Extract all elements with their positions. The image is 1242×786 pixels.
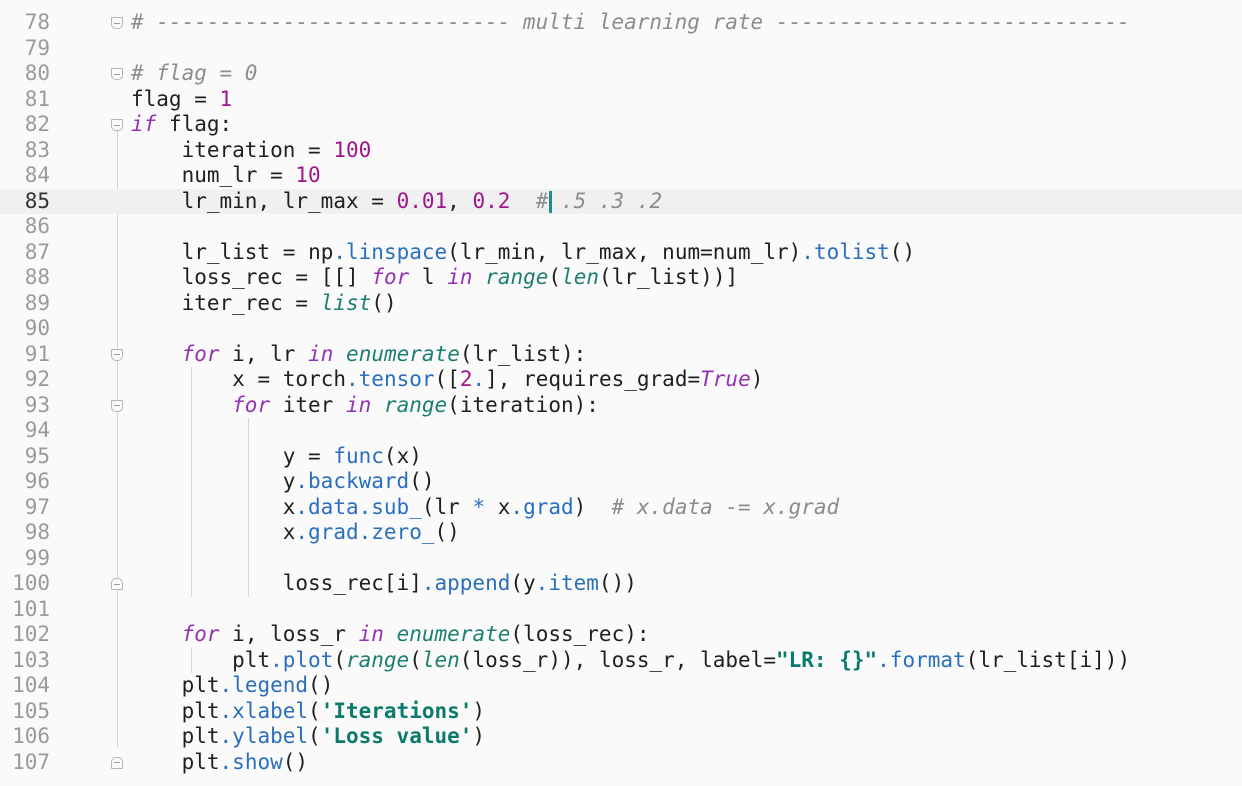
line-number: 101 — [12, 596, 50, 621]
line-number: 99 — [24, 545, 50, 570]
line-number: 92 — [24, 367, 50, 391]
code-line[interactable]: 89 iter_rec = list() — [0, 291, 1242, 317]
line-number: 93 — [24, 392, 50, 417]
line-number: 98 — [24, 520, 50, 544]
code-text: num_lr = 10 — [181, 163, 321, 187]
code-line[interactable]: 98 x.grad.zero_() — [0, 520, 1242, 546]
code-line[interactable]: 93 for iter in range(iteration): — [0, 393, 1242, 419]
code-line[interactable]: 106 plt.ylabel('Loss value') — [0, 724, 1242, 750]
code-line[interactable]: 101 — [0, 597, 1242, 623]
code-line[interactable]: 97 x.data.sub_(lr * x.grad) # x.data -= … — [0, 495, 1242, 521]
code-line[interactable]: 83 iteration = 100 — [0, 138, 1242, 164]
line-number: 97 — [24, 494, 50, 519]
code-line[interactable]: 90 — [0, 316, 1242, 342]
code-text: lr_min, lr_max = 0.01, 0.2 # .5 .3 .2 — [181, 188, 663, 213]
code-line[interactable]: 100 loss_rec[i].append(y.item()) — [0, 571, 1242, 597]
code-text: loss_rec = [[] for l in range(len(lr_lis… — [181, 265, 739, 289]
line-number: 82 — [24, 112, 50, 136]
line-number: 90 — [24, 316, 50, 340]
fold-toggle-icon[interactable] — [111, 68, 123, 80]
line-number: 105 — [12, 698, 50, 723]
code-text: x.grad.zero_() — [282, 520, 460, 544]
line-number: 96 — [24, 469, 50, 493]
fold-toggle-icon[interactable] — [111, 578, 123, 590]
code-text: iteration = 100 — [181, 137, 372, 162]
code-text: lr_list = np.linspace(lr_min, lr_max, nu… — [181, 239, 916, 264]
line-number: 84 — [24, 163, 50, 187]
code-line[interactable]: 82 if flag: — [0, 112, 1242, 138]
code-line[interactable]: 80 # flag = 0 — [0, 61, 1242, 87]
line-number: 87 — [24, 239, 50, 264]
line-number: 103 — [12, 647, 50, 672]
line-number: 85 — [24, 188, 50, 213]
line-number: 88 — [24, 265, 50, 289]
line-number: 78 — [24, 10, 50, 34]
code-line[interactable]: 102 for i, loss_r in enumerate(loss_rec)… — [0, 622, 1242, 648]
line-number: 107 — [12, 749, 50, 774]
line-number: 95 — [24, 443, 50, 468]
code-line[interactable]: 107 plt.show() — [0, 750, 1242, 776]
code-text: y = func(x) — [282, 443, 422, 468]
code-text: plt.xlabel('Iterations') — [181, 698, 486, 723]
line-number: 102 — [12, 622, 50, 646]
fold-toggle-icon[interactable] — [111, 399, 123, 412]
code-text: loss_rec[i].append(y.item()) — [282, 571, 637, 595]
code-text: plt.legend() — [181, 673, 334, 697]
code-text: # flag = 0 — [131, 61, 258, 85]
code-editor[interactable]: 78 # ---------------------------- multi l… — [0, 0, 1242, 786]
code-text: iter_rec = list() — [181, 290, 397, 315]
code-text: x = torch.tensor([2.], requires_grad=Tru… — [232, 367, 764, 391]
fold-toggle-icon[interactable] — [111, 17, 123, 29]
code-text: if flag: — [131, 112, 233, 136]
code-text: plt.show() — [181, 749, 309, 774]
code-text: for iter in range(iteration): — [232, 392, 599, 417]
code-line[interactable]: 86 — [0, 214, 1242, 240]
line-number: 91 — [24, 341, 50, 366]
code-line[interactable]: 91 for i, lr in enumerate(lr_list): — [0, 342, 1242, 368]
line-number: 79 — [24, 35, 50, 60]
line-number: 104 — [12, 673, 50, 697]
code-line[interactable]: 87 lr_list = np.linspace(lr_min, lr_max,… — [0, 240, 1242, 266]
indent-guide — [247, 418, 249, 597]
code-line[interactable]: 104 plt.legend() — [0, 673, 1242, 699]
code-text: flag = 1 — [131, 86, 233, 111]
code-line[interactable]: 94 — [0, 418, 1242, 444]
code-text: plt.plot(range(len(loss_r)), loss_r, lab… — [232, 647, 1131, 672]
code-line[interactable]: 99 — [0, 546, 1242, 572]
code-text: x.data.sub_(lr * x.grad) # x.data -= x.g… — [282, 494, 840, 519]
code-line[interactable]: 96 y.backward() — [0, 469, 1242, 495]
line-number: 89 — [24, 290, 50, 315]
text-caret — [549, 190, 552, 213]
code-line[interactable]: 103 plt.plot(range(len(loss_r)), loss_r,… — [0, 648, 1242, 674]
code-line[interactable]: 95 y = func(x) — [0, 444, 1242, 470]
code-line[interactable]: 85 lr_min, lr_max = 0.01, 0.2 # .5 .3 .2 — [0, 188, 1242, 214]
fold-toggle-icon[interactable] — [111, 756, 123, 769]
code-line[interactable]: 105 plt.xlabel('Iterations') — [0, 699, 1242, 725]
code-text: for i, loss_r in enumerate(loss_rec): — [181, 622, 650, 646]
code-text: y.backward() — [282, 469, 435, 493]
fold-toggle-icon[interactable] — [111, 348, 123, 361]
code-text: for i, lr in enumerate(lr_list): — [181, 341, 587, 366]
line-number: 86 — [24, 214, 50, 238]
fold-toggle-icon[interactable] — [111, 119, 123, 131]
line-number: 94 — [24, 418, 50, 442]
line-number: 81 — [24, 86, 50, 111]
code-line[interactable]: 84 num_lr = 10 — [0, 163, 1242, 189]
line-number: 80 — [24, 61, 50, 85]
code-line[interactable]: 79 — [0, 36, 1242, 62]
line-number: 83 — [24, 137, 50, 162]
code-text: # ---------------------------- multi lea… — [131, 10, 1130, 34]
code-line[interactable]: 78 # ---------------------------- multi l… — [0, 10, 1242, 36]
code-text: plt.ylabel('Loss value') — [181, 724, 486, 748]
code-line[interactable]: 88 loss_rec = [[] for l in range(len(lr_… — [0, 265, 1242, 291]
indent-guide — [191, 367, 193, 597]
indent-guide — [191, 647, 193, 673]
code-line[interactable]: 92 x = torch.tensor([2.], requires_grad=… — [0, 367, 1242, 393]
line-number: 100 — [12, 571, 50, 595]
line-number: 106 — [12, 724, 50, 748]
code-line[interactable]: 81 flag = 1 — [0, 87, 1242, 113]
